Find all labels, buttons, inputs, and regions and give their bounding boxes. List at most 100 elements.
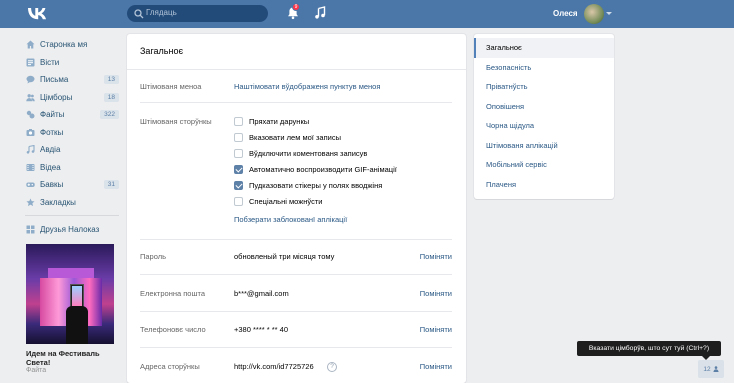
checkbox-checked[interactable] bbox=[234, 181, 243, 190]
checkbox-label: Автоматично воспроизводити GIF-анімації bbox=[249, 165, 397, 174]
camera-icon bbox=[26, 128, 35, 137]
password-value: обновленый три місяця тому bbox=[234, 252, 335, 261]
bookmark-icon bbox=[26, 198, 35, 207]
sidebar-item-label: Фоткы bbox=[40, 127, 64, 137]
sidebar-item-label: Вісти bbox=[40, 57, 60, 67]
checkbox-label: Пряхати дарункы bbox=[249, 117, 310, 126]
menu-item-mobile-service[interactable]: Мобільний сервіс bbox=[474, 155, 614, 175]
sidebar-item-label: Відеа bbox=[40, 162, 61, 172]
sidebar-item-label: Файты bbox=[40, 110, 65, 120]
chat-button[interactable]: 12 bbox=[698, 360, 724, 378]
menu-settings-link[interactable]: Наштімовати вўдображеня пунктув меноя bbox=[234, 82, 380, 91]
sidebar-item-label: Старонка мя bbox=[40, 40, 88, 50]
checkbox-checked[interactable] bbox=[234, 165, 243, 174]
checkbox-disable-comments[interactable]: Вўдключити коментованя записув bbox=[234, 149, 367, 158]
row-divider bbox=[140, 102, 452, 103]
help-icon[interactable]: ? bbox=[327, 362, 337, 372]
apps-icon bbox=[26, 225, 35, 234]
user-name[interactable]: Олеся bbox=[553, 9, 578, 18]
checkbox-sticker-hints[interactable]: Пудказовати стікеры у полях вводжіня bbox=[234, 181, 382, 190]
checkbox-autoplay-gif[interactable]: Автоматично воспроизводити GIF-анімації bbox=[234, 165, 397, 174]
checkbox-only-my-posts[interactable]: Вказовати лем мої записы bbox=[234, 133, 341, 142]
menu-item-privacy[interactable]: Пріватнўсть bbox=[474, 77, 614, 97]
checkbox-label: Вказовати лем мої записы bbox=[249, 133, 341, 142]
checkbox-label: Вўдключити коментованя записув bbox=[249, 149, 368, 158]
video-icon bbox=[26, 163, 35, 172]
sidebar-item-news[interactable]: Вісти bbox=[25, 54, 119, 72]
news-icon bbox=[26, 58, 35, 67]
blocked-apps-link[interactable]: Побзерати заблокованї аплікації bbox=[234, 215, 347, 224]
sidebar-item-photos[interactable]: Фоткы bbox=[25, 124, 119, 142]
menu-settings-label: Штімованя меноа bbox=[140, 82, 202, 91]
checkbox-label: Пудказовати стікеры у полях вводжіня bbox=[249, 181, 383, 190]
change-email-button[interactable]: Поміняти bbox=[420, 289, 452, 298]
checkbox[interactable] bbox=[234, 133, 243, 142]
row-divider bbox=[140, 347, 452, 348]
menu-item-security[interactable]: Безопасність bbox=[474, 58, 614, 78]
menu-item-blacklist[interactable]: Чорна щідула bbox=[474, 116, 614, 136]
top-bar: Глядаць 9 Олеся bbox=[0, 0, 734, 28]
change-password-button[interactable]: Поміняти bbox=[420, 252, 452, 261]
person-icon bbox=[713, 366, 719, 372]
checkbox-hide-gifts[interactable]: Пряхати дарункы bbox=[234, 117, 309, 126]
checkbox-label: Спеціальні можнўсти bbox=[249, 197, 323, 206]
tooltip: Вказати цімборўв, што сут туй (Ctrl+?) bbox=[577, 341, 721, 360]
sidebar-item-games[interactable]: Бавкы 31 bbox=[25, 176, 119, 194]
messages-icon bbox=[26, 75, 35, 84]
sidebar-item-my-page[interactable]: Старонка мя bbox=[25, 36, 119, 54]
email-label: Електронна пошта bbox=[140, 289, 206, 298]
sidebar-item-files[interactable]: Файты 322 bbox=[25, 106, 119, 124]
search-placeholder: Глядаць bbox=[146, 8, 177, 17]
friends-icon bbox=[26, 93, 35, 102]
checkbox[interactable] bbox=[234, 149, 243, 158]
sidebar-item-messages[interactable]: Письма 13 bbox=[25, 71, 119, 89]
vk-logo-icon[interactable] bbox=[28, 7, 46, 21]
checkbox-accessibility[interactable]: Спеціальні можнўсти bbox=[234, 197, 322, 206]
email-value: b***@gmail.com bbox=[234, 289, 289, 298]
menu-item-app-settings[interactable]: Штімованя аплікацій bbox=[474, 136, 614, 156]
sidebar-item-label: Закладкы bbox=[40, 197, 76, 207]
password-label: Пароль bbox=[140, 252, 167, 261]
sidebar-item-label: Бавкы bbox=[40, 180, 64, 190]
ad-title[interactable]: Идем на Фестиваль Света! bbox=[26, 349, 114, 367]
search-input[interactable]: Глядаць bbox=[127, 5, 268, 22]
games-icon bbox=[26, 180, 35, 189]
sidebar-item-bookmarks[interactable]: Закладкы bbox=[25, 194, 119, 212]
audio-icon bbox=[26, 145, 35, 154]
chevron-down-icon[interactable] bbox=[606, 12, 612, 15]
phone-value: +380 **** * ** 40 bbox=[234, 325, 289, 334]
ad-subtitle: Файта bbox=[26, 367, 47, 374]
photos-icon bbox=[26, 110, 35, 119]
menu-item-notifications[interactable]: Оповішеня bbox=[474, 97, 614, 117]
page-title: Загальноє bbox=[140, 46, 184, 56]
row-divider bbox=[140, 239, 452, 240]
change-address-button[interactable]: Поміняти bbox=[420, 362, 452, 371]
page-settings-label: Штімованя сторўнкы bbox=[140, 117, 212, 126]
checkbox[interactable] bbox=[234, 117, 243, 126]
sidebar-item-video[interactable]: Відеа bbox=[25, 159, 119, 177]
ad-image[interactable] bbox=[26, 244, 114, 344]
count-badge: 322 bbox=[100, 110, 119, 120]
count-badge: 13 bbox=[103, 75, 119, 85]
phone-label: Телефоновє число bbox=[140, 325, 206, 334]
search-icon bbox=[134, 9, 144, 19]
settings-menu: Загальноє Безопасність Пріватнўсть Опові… bbox=[474, 34, 614, 199]
sidebar-item-label: Письма bbox=[40, 75, 69, 85]
avatar[interactable] bbox=[584, 4, 604, 24]
music-icon[interactable] bbox=[314, 6, 326, 20]
settings-panel: Загальноє Штімованя меноа Наштімовати вў… bbox=[127, 34, 466, 383]
menu-item-general[interactable]: Загальноє bbox=[474, 38, 614, 58]
sidebar-item-label: Авдіа bbox=[40, 145, 61, 155]
sidebar: Старонка мя Вісти Письма 13 Цімборы 18 Ф… bbox=[25, 36, 119, 239]
ad-block[interactable]: Идем на Фестиваль Света! Файта bbox=[26, 244, 114, 374]
chat-count: 12 bbox=[703, 365, 711, 373]
address-label: Адреса сторўнкы bbox=[140, 362, 200, 371]
menu-item-payments[interactable]: Плаченя bbox=[474, 175, 614, 195]
count-badge: 31 bbox=[103, 180, 119, 190]
checkbox[interactable] bbox=[234, 197, 243, 206]
title-divider bbox=[127, 69, 466, 70]
sidebar-item-audio[interactable]: Авдіа bbox=[25, 141, 119, 159]
sidebar-item-friends[interactable]: Цімборы 18 bbox=[25, 89, 119, 107]
change-phone-button[interactable]: Поміняти bbox=[420, 325, 452, 334]
sidebar-item-apps[interactable]: Друзья Налоказ bbox=[25, 221, 119, 239]
